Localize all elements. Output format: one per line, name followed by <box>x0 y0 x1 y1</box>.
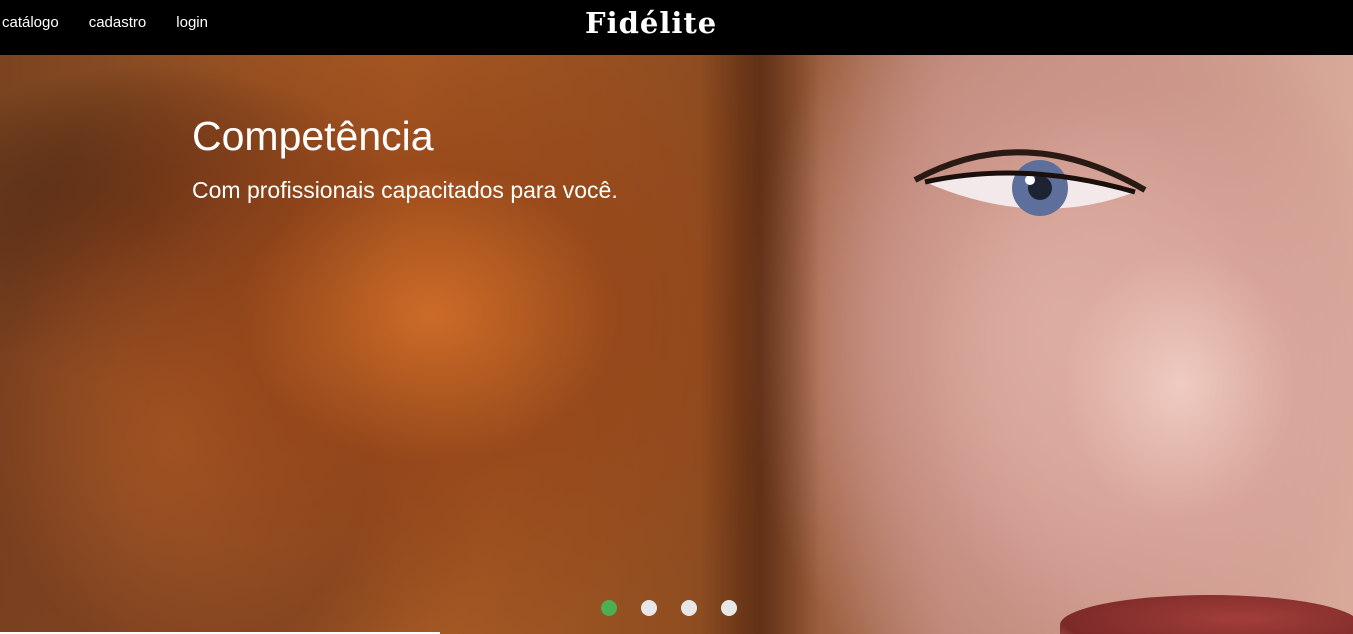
carousel-indicators <box>601 600 737 616</box>
nav-link-cadastro[interactable]: cadastro <box>89 13 147 33</box>
top-navbar: catálogo cadastro login Fidélite <box>0 0 1353 55</box>
nav-links: catálogo cadastro login <box>2 13 238 33</box>
carousel-indicator-3[interactable] <box>681 600 697 616</box>
hero-background-shading <box>700 55 820 634</box>
carousel-indicator-2[interactable] <box>641 600 657 616</box>
hero-eye-illustration <box>913 149 1147 216</box>
brand-logo[interactable]: Fidélite <box>585 4 717 42</box>
carousel-indicator-4[interactable] <box>721 600 737 616</box>
slide-title: Competência <box>192 113 434 159</box>
nav-link-catalogo[interactable]: catálogo <box>2 13 59 33</box>
carousel-indicator-1[interactable] <box>601 600 617 616</box>
hero-lips-shape <box>1060 595 1353 634</box>
slide-subtitle: Com profissionais capacitados para você. <box>192 177 618 203</box>
hero-carousel: Competência Com profissionais capacitado… <box>0 55 1353 634</box>
nav-link-login[interactable]: login <box>176 13 208 33</box>
